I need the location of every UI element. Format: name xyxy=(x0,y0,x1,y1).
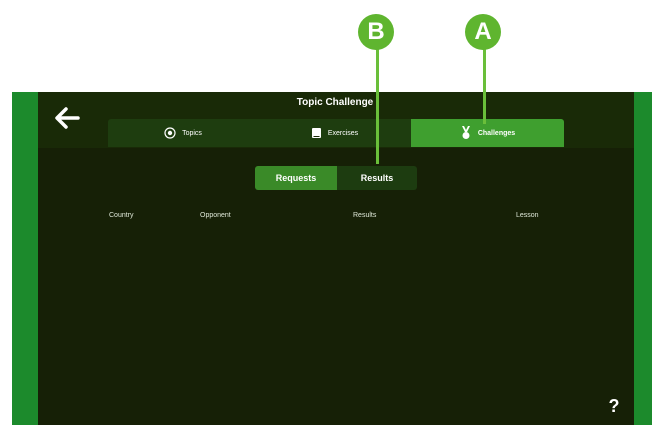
tab-exercises-label: Exercises xyxy=(327,129,359,137)
page-title: Topic Challenge xyxy=(296,97,374,108)
tab-challenges-label: Challenges xyxy=(477,129,516,137)
column-header-lesson: Lesson xyxy=(516,212,539,219)
callout-b-badge: B xyxy=(358,14,394,50)
column-header-country: Country xyxy=(109,212,134,219)
book-icon xyxy=(311,128,321,138)
help-button[interactable]: ? xyxy=(604,396,624,418)
back-arrow-icon xyxy=(55,107,80,129)
tab-challenges[interactable]: Challenges xyxy=(411,119,564,147)
tab-topics[interactable]: Topics xyxy=(108,119,258,147)
tab-exercises[interactable]: Exercises xyxy=(258,119,411,147)
callout-a-line xyxy=(483,44,486,124)
results-button[interactable]: Results xyxy=(337,166,417,190)
requests-button[interactable]: Requests xyxy=(255,166,337,190)
callout-a-badge: A xyxy=(465,14,501,50)
tab-topics-label: Topics xyxy=(182,129,202,137)
medal-icon xyxy=(461,126,470,139)
callout-b-line xyxy=(376,44,379,164)
column-header-opponent: Opponent xyxy=(200,212,231,219)
back-button[interactable] xyxy=(52,104,82,132)
target-icon xyxy=(164,127,176,139)
column-header-results: Results xyxy=(353,212,377,219)
